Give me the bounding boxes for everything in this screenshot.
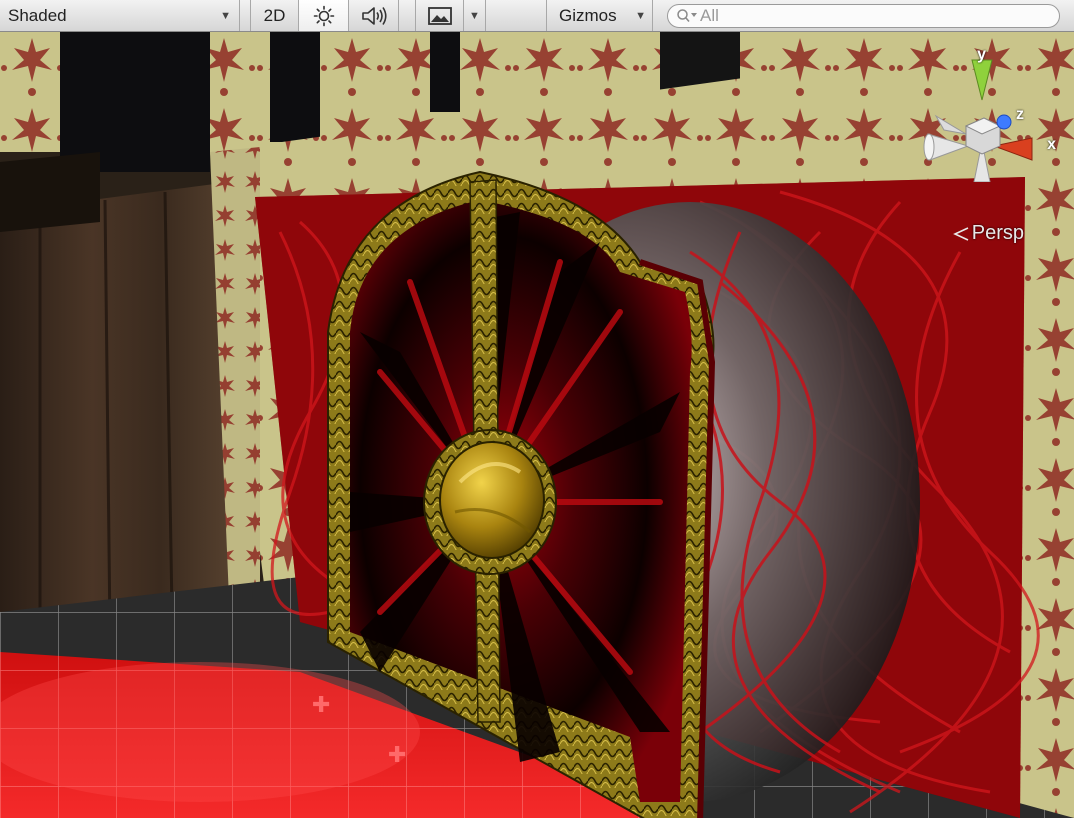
- gizmo-axis-x: x: [1047, 136, 1056, 153]
- chevron-down-icon: ▼: [469, 9, 480, 22]
- toolbar-spacer: [240, 0, 251, 31]
- chevron-down-icon: ▼: [635, 9, 646, 22]
- search-icon: [677, 8, 697, 22]
- draw-mode-value: Shaded: [8, 5, 67, 25]
- projection-toggle[interactable]: Persp: [952, 222, 1024, 245]
- scene-render: ✚ ✚: [0, 32, 1074, 818]
- 2d-mode-button[interactable]: 2D: [251, 0, 299, 31]
- toolbar-spacer: [399, 0, 416, 31]
- svg-text:✚: ✚: [312, 693, 330, 718]
- search-placeholder: All: [700, 5, 719, 25]
- gizmo-axis-y: y: [977, 46, 986, 63]
- gizmos-label: Gizmos: [559, 5, 617, 25]
- 2d-mode-label: 2D: [263, 5, 286, 25]
- image-icon: [427, 6, 452, 25]
- projection-label: Persp: [971, 222, 1024, 244]
- toolbar-spacer: [486, 0, 547, 31]
- speaker-icon: [361, 6, 387, 25]
- svg-text:✚: ✚: [388, 743, 406, 768]
- scene-effects-toggle[interactable]: [416, 0, 464, 31]
- scene-viewport[interactable]: ✚ ✚ y z x Persp: [0, 32, 1074, 818]
- hierarchy-search-input[interactable]: All: [667, 3, 1060, 28]
- persp-chevron-icon: [952, 226, 969, 241]
- gizmos-dropdown[interactable]: Gizmos ▼: [547, 0, 653, 31]
- chevron-down-icon: ▼: [220, 9, 231, 22]
- search-wrapper: All: [653, 0, 1074, 31]
- scene-effects-dropdown[interactable]: ▼: [464, 0, 486, 31]
- scene-audio-toggle[interactable]: [349, 0, 399, 31]
- gizmo-axis-z: z: [1016, 106, 1024, 123]
- scene-lighting-toggle[interactable]: [299, 0, 349, 31]
- draw-mode-dropdown[interactable]: Shaded ▼: [0, 0, 240, 31]
- sun-icon: [313, 5, 334, 26]
- scene-toolbar: Shaded ▼ 2D ▼ Gizmos ▼ All: [0, 0, 1074, 32]
